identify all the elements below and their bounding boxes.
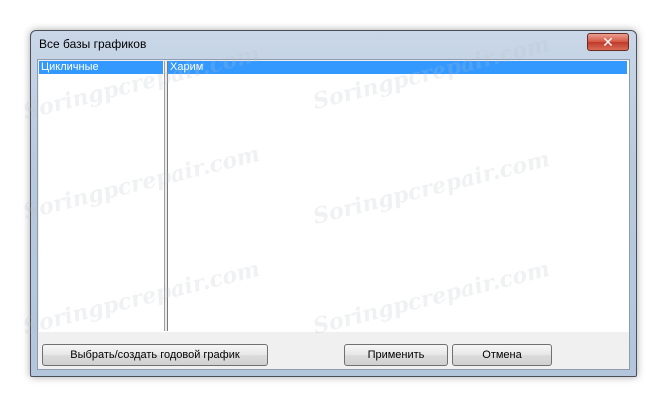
- charts-list[interactable]: Харим: [168, 61, 629, 331]
- chart-bases-list[interactable]: Цикличные: [39, 61, 165, 331]
- create-annual-schedule-button[interactable]: Выбрать/создать годовой график: [42, 344, 268, 366]
- apply-button[interactable]: Применить: [344, 344, 448, 366]
- close-button[interactable]: ✕: [587, 33, 629, 51]
- title-bar[interactable]: Все базы графиков ✕: [31, 31, 636, 57]
- button-bar: Выбрать/создать годовой график Применить…: [38, 331, 629, 369]
- dialog-window: Все базы графиков ✕ Цикличные Харим Выбр…: [30, 30, 637, 377]
- close-icon: ✕: [602, 34, 614, 50]
- cancel-button[interactable]: Отмена: [452, 344, 552, 366]
- list-item-cyclic[interactable]: Цикличные: [39, 61, 163, 74]
- list-item-harim[interactable]: Харим: [168, 61, 627, 74]
- dialog-client-area: Цикличные Харим Выбрать/создать годовой …: [37, 59, 630, 370]
- window-title: Все базы графиков: [39, 37, 147, 51]
